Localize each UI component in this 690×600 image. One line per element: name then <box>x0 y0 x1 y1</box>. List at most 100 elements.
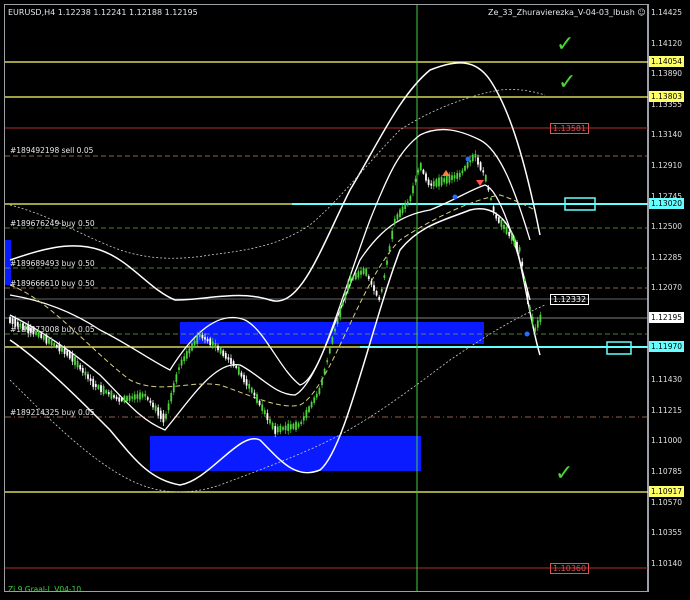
position-label[interactable]: #189873008 buy 0.05 <box>10 325 95 334</box>
candle-body <box>105 390 108 394</box>
candle-body <box>115 396 118 400</box>
candle-body <box>133 394 136 400</box>
price-box-resistance-1: 1.14054 <box>649 56 685 67</box>
candle-body <box>188 348 191 354</box>
candle-body <box>154 405 157 412</box>
candle-body <box>401 206 404 214</box>
candle-body <box>263 410 266 415</box>
candle-body <box>146 397 149 400</box>
candle-body <box>222 350 225 356</box>
candle-body <box>209 338 212 346</box>
candle-body <box>505 227 508 234</box>
candle-body <box>162 413 165 423</box>
candle-body <box>224 353 227 359</box>
trade-marker <box>465 156 471 162</box>
candle-body <box>414 178 417 183</box>
price-tick-label: 1.12285 <box>651 252 683 262</box>
candle-body <box>406 201 409 205</box>
candle-body <box>144 393 147 397</box>
candle-body <box>531 316 534 323</box>
candle-body <box>404 203 407 210</box>
candle-body <box>308 406 310 413</box>
candle-body <box>196 334 199 344</box>
candle-body <box>157 407 160 416</box>
footer-label: Zi 9 Graal-L V04-10 <box>8 585 82 594</box>
position-label[interactable]: #189666610 buy 0.50 <box>10 279 95 288</box>
candle-body <box>419 162 422 171</box>
candle-body <box>79 365 82 370</box>
candle-body <box>492 206 495 213</box>
candle-body <box>466 162 469 168</box>
price-box-bid: 1.12195 <box>649 312 685 323</box>
candle-body <box>9 317 11 323</box>
candle-body <box>92 378 95 387</box>
candle-body <box>352 276 355 279</box>
price-tick-label: 1.14425 <box>651 8 683 17</box>
candle-body <box>240 372 243 377</box>
candle-body <box>206 338 209 342</box>
candle-body <box>102 386 105 395</box>
candle-body <box>269 419 271 424</box>
candle-body <box>84 371 87 376</box>
candle-body <box>474 153 477 158</box>
candle-body <box>435 179 438 187</box>
chart-window[interactable]: EURUSD,H4 1.12238 1.12241 1.12188 1.1219… <box>0 0 690 600</box>
candle-body <box>513 237 516 246</box>
candle-body <box>458 172 461 178</box>
position-label[interactable]: #189689493 buy 0.50 <box>10 259 95 268</box>
candle-body <box>248 383 251 389</box>
candle-body <box>461 170 464 174</box>
candle-body <box>219 347 222 354</box>
candle-body <box>191 343 193 351</box>
candle-body <box>388 246 391 252</box>
candle-body <box>370 280 373 285</box>
candle-body <box>391 230 394 240</box>
candle-body <box>136 394 139 399</box>
candle-body <box>131 396 134 399</box>
candle-body <box>50 340 53 346</box>
price-tick-label: 1.10355 <box>651 528 683 538</box>
candle-body <box>456 172 459 179</box>
candle-body <box>71 354 74 362</box>
candle-body <box>94 384 97 387</box>
candle-body <box>412 185 414 194</box>
candle-body <box>185 351 188 359</box>
candle-body <box>365 268 368 276</box>
candle-body <box>383 275 386 278</box>
candle-body <box>360 270 362 275</box>
candle-body <box>497 217 500 223</box>
candle-body <box>417 169 420 173</box>
smiley-icon: ☺ <box>637 8 646 17</box>
position-label[interactable]: #189492198 sell 0.05 <box>10 146 93 155</box>
candle-body <box>539 314 542 323</box>
candle-body <box>464 166 466 171</box>
candle-body <box>399 209 401 218</box>
candle-body <box>287 423 290 431</box>
price-tick-label: 1.11215 <box>651 405 683 415</box>
candle-body <box>529 306 531 311</box>
candle-body <box>331 337 334 344</box>
candle-body <box>42 335 45 340</box>
candle-body <box>347 282 349 291</box>
candle-body <box>427 179 430 185</box>
candle-body <box>354 272 357 280</box>
candle-body <box>167 403 170 411</box>
candle-body <box>53 342 56 346</box>
candle-body <box>118 397 121 402</box>
candle-body <box>516 242 518 249</box>
candle-body <box>292 423 295 429</box>
candle-body <box>510 234 513 241</box>
candle-body <box>183 356 186 362</box>
candle-body <box>487 186 490 191</box>
position-label[interactable]: #189676249 buy 0.50 <box>10 219 95 228</box>
candle-body <box>422 169 425 174</box>
price-tick-label: 1.11000 <box>651 436 683 446</box>
candle-body <box>159 410 162 419</box>
candle-body <box>438 177 440 187</box>
price-tick-label: 1.14120 <box>651 38 683 48</box>
price-box-pivot-lower: 1.11970 <box>649 341 685 352</box>
candle-body <box>279 425 282 433</box>
position-label[interactable]: #189214325 buy 0.05 <box>10 408 95 417</box>
candle-body <box>217 345 219 351</box>
level-box-white: 1.12332 <box>550 294 590 305</box>
